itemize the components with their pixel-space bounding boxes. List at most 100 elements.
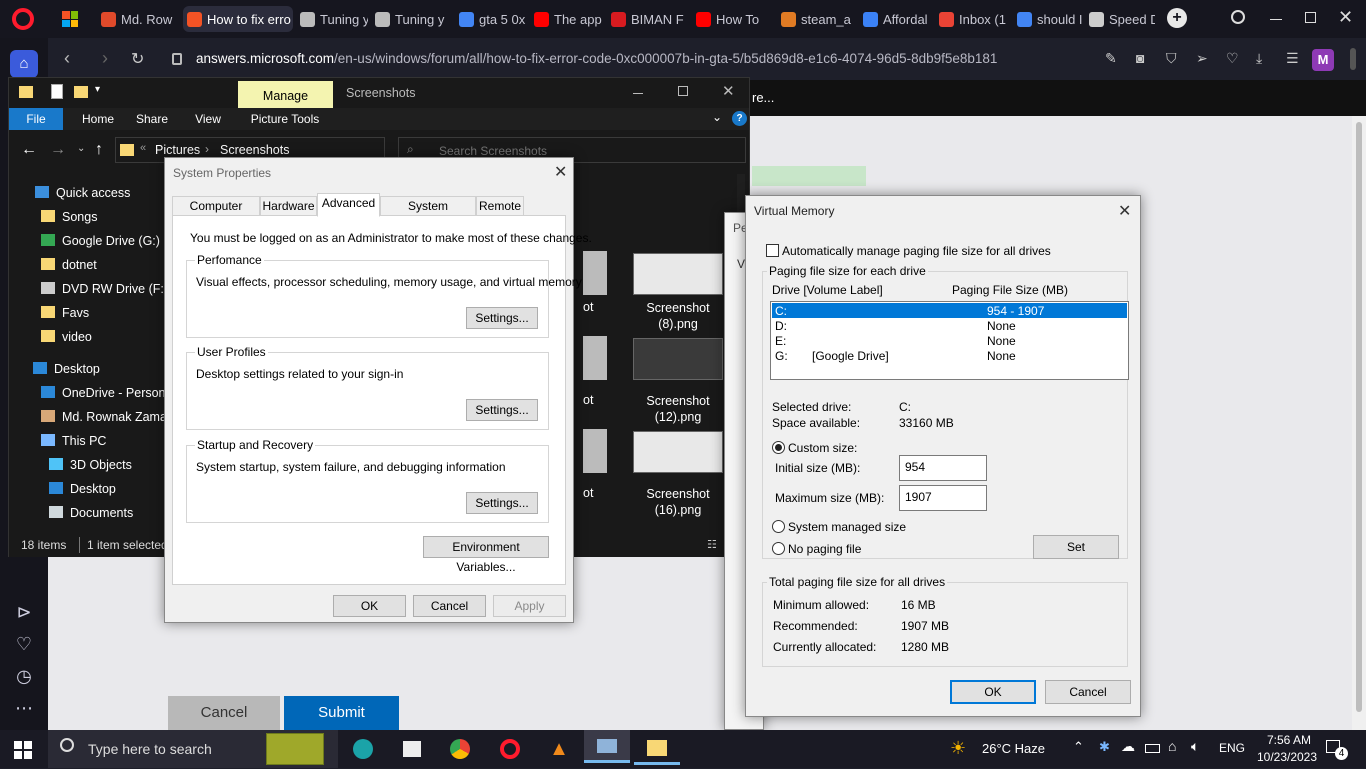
- ribbon-share-tab[interactable]: Share: [130, 108, 174, 130]
- tab-computer-name[interactable]: Computer Name: [172, 196, 260, 231]
- browser-tab[interactable]: steam_a: [777, 6, 857, 32]
- explorer-maximize-button[interactable]: [678, 86, 688, 96]
- nav-item[interactable]: 3D Objects: [49, 454, 132, 476]
- battery-icon[interactable]: [1145, 744, 1160, 753]
- partial-thumbnail[interactable]: [583, 429, 607, 473]
- nav-item[interactable]: Md. Rownak Zamar: [41, 406, 169, 428]
- send-icon[interactable]: ➢: [1196, 50, 1208, 67]
- ribbon-picture-tools-tab[interactable]: Picture Tools: [247, 108, 323, 130]
- edit-icon[interactable]: ✎: [1105, 50, 1117, 67]
- bluetooth-icon[interactable]: ✱: [1099, 739, 1110, 755]
- nav-item[interactable]: video: [41, 326, 92, 348]
- nav-item[interactable]: DVD RW Drive (F:): [41, 278, 168, 300]
- dialog-close-button[interactable]: ✕: [554, 162, 567, 182]
- partial-file-name[interactable]: ot: [583, 486, 593, 500]
- browser-tab[interactable]: How to fix erro: [183, 6, 293, 32]
- performance-settings-button[interactable]: Settings...: [466, 307, 538, 329]
- nav-item[interactable]: Songs: [41, 206, 97, 228]
- browser-tab[interactable]: Speed D: [1085, 6, 1155, 32]
- taskbar-search-box[interactable]: Type here to search: [48, 730, 338, 768]
- file-thumbnail[interactable]: [633, 253, 723, 295]
- custom-size-radio[interactable]: [772, 441, 785, 454]
- nav-item[interactable]: This PC: [41, 430, 106, 452]
- workspaces-icon[interactable]: [62, 11, 78, 27]
- cancel-button[interactable]: Cancel: [413, 595, 486, 617]
- search-tabs-icon[interactable]: [1231, 10, 1245, 24]
- page-cancel-button[interactable]: Cancel: [168, 696, 280, 730]
- recent-dropdown-icon[interactable]: ⌄: [77, 143, 85, 154]
- nav-item[interactable]: dotnet: [41, 254, 97, 276]
- edge-icon[interactable]: [349, 735, 377, 763]
- system-managed-label[interactable]: System managed size: [788, 520, 906, 534]
- close-window-button[interactable]: ✕: [1338, 7, 1353, 28]
- scroll-up-icon[interactable]: [1350, 48, 1356, 70]
- ribbon-home-tab[interactable]: Home: [73, 108, 123, 130]
- more-icon[interactable]: ⋯: [12, 696, 36, 720]
- file-thumbnail[interactable]: [633, 431, 723, 473]
- drive-row[interactable]: G: [Google Drive] None: [772, 348, 1127, 363]
- language-indicator[interactable]: ENG: [1219, 741, 1245, 755]
- nav-item[interactable]: Documents: [49, 502, 133, 524]
- help-icon[interactable]: ?: [732, 111, 747, 126]
- browser-tab[interactable]: Affordal: [859, 6, 933, 32]
- volume-icon[interactable]: 🔈︎: [1191, 738, 1199, 755]
- back-arrow-icon[interactable]: ←: [21, 141, 37, 159]
- browser-tab[interactable]: Tuning y: [296, 6, 368, 32]
- explorer-close-button[interactable]: ✕: [722, 82, 735, 100]
- manage-tab[interactable]: Manage: [238, 81, 333, 108]
- store-icon[interactable]: [398, 735, 426, 763]
- maximum-size-input[interactable]: 1907: [899, 485, 987, 511]
- tray-overflow-icon[interactable]: ⌃: [1073, 739, 1084, 755]
- drive-list[interactable]: C: 954 - 1907 D: None E: None G: [Google Drive]…: [770, 301, 1129, 380]
- file-explorer-taskbar-icon[interactable]: [634, 730, 680, 765]
- forward-icon[interactable]: ›: [102, 48, 108, 69]
- user-profiles-settings-button[interactable]: Settings...: [466, 399, 538, 421]
- url-field[interactable]: answers.microsoft.com/en-us/windows/foru…: [196, 51, 997, 66]
- lock-icon[interactable]: [172, 53, 182, 65]
- auto-manage-label[interactable]: Automatically manage paging file size fo…: [782, 244, 1051, 258]
- browser-tab[interactable]: should I: [1013, 6, 1083, 32]
- partial-file-name[interactable]: ot: [583, 393, 593, 407]
- clock-date[interactable]: 10/23/2023: [1252, 750, 1322, 764]
- details-view-icon[interactable]: ☷: [707, 538, 717, 551]
- cloud-sync-icon[interactable]: ☁: [1121, 738, 1135, 755]
- profile-avatar[interactable]: M: [1312, 49, 1334, 71]
- set-button[interactable]: Set: [1033, 535, 1119, 559]
- opera-menu-icon[interactable]: [12, 8, 34, 30]
- heart-bookmark-icon[interactable]: ♡: [1226, 50, 1239, 67]
- shield-icon[interactable]: ⛉: [1166, 50, 1177, 67]
- browser-tab[interactable]: Md. Row: [97, 6, 179, 32]
- nav-item[interactable]: Quick access: [35, 182, 130, 204]
- tab-hardware[interactable]: Hardware: [260, 196, 317, 216]
- file-thumbnail[interactable]: [633, 338, 723, 380]
- quick-access-dropdown-icon[interactable]: ▾: [95, 84, 100, 95]
- download-icon[interactable]: ⤓: [1256, 50, 1262, 67]
- breadcrumb-screenshots[interactable]: Screenshots: [220, 143, 289, 157]
- drive-row[interactable]: D: None: [772, 318, 1127, 333]
- new-folder-icon[interactable]: [74, 86, 88, 98]
- back-icon[interactable]: ‹: [64, 48, 70, 69]
- tab-advanced[interactable]: Advanced: [317, 193, 380, 217]
- file-name[interactable]: Screenshot (16).png: [623, 486, 733, 518]
- page-scrollbar[interactable]: [1352, 116, 1366, 730]
- nav-item[interactable]: Favs: [41, 302, 89, 324]
- partial-thumbnail[interactable]: [583, 336, 607, 380]
- ok-button[interactable]: OK: [333, 595, 406, 617]
- browser-tab[interactable]: Tuning y: [371, 6, 451, 32]
- network-icon[interactable]: ⌂: [1168, 738, 1176, 754]
- browser-tab[interactable]: The app: [530, 6, 604, 32]
- tab-system-protection[interactable]: System Protection: [380, 196, 476, 231]
- ribbon-view-tab[interactable]: View: [188, 108, 228, 130]
- weather-text[interactable]: 26°C Haze: [982, 741, 1045, 756]
- no-paging-label[interactable]: No paging file: [788, 542, 861, 556]
- properties-icon[interactable]: [51, 84, 63, 99]
- new-tab-button[interactable]: +: [1167, 8, 1187, 28]
- nav-item[interactable]: Desktop: [33, 358, 100, 380]
- clock-time[interactable]: 7:56 AM: [1260, 733, 1318, 747]
- initial-size-input[interactable]: 954: [899, 455, 987, 481]
- custom-size-label[interactable]: Custom size:: [788, 441, 857, 455]
- breadcrumb-overflow[interactable]: «: [140, 142, 146, 154]
- player-icon[interactable]: ⊳: [12, 600, 36, 624]
- drive-row[interactable]: C: 954 - 1907: [772, 303, 1127, 318]
- file-name[interactable]: Screenshot (12).png: [623, 393, 733, 425]
